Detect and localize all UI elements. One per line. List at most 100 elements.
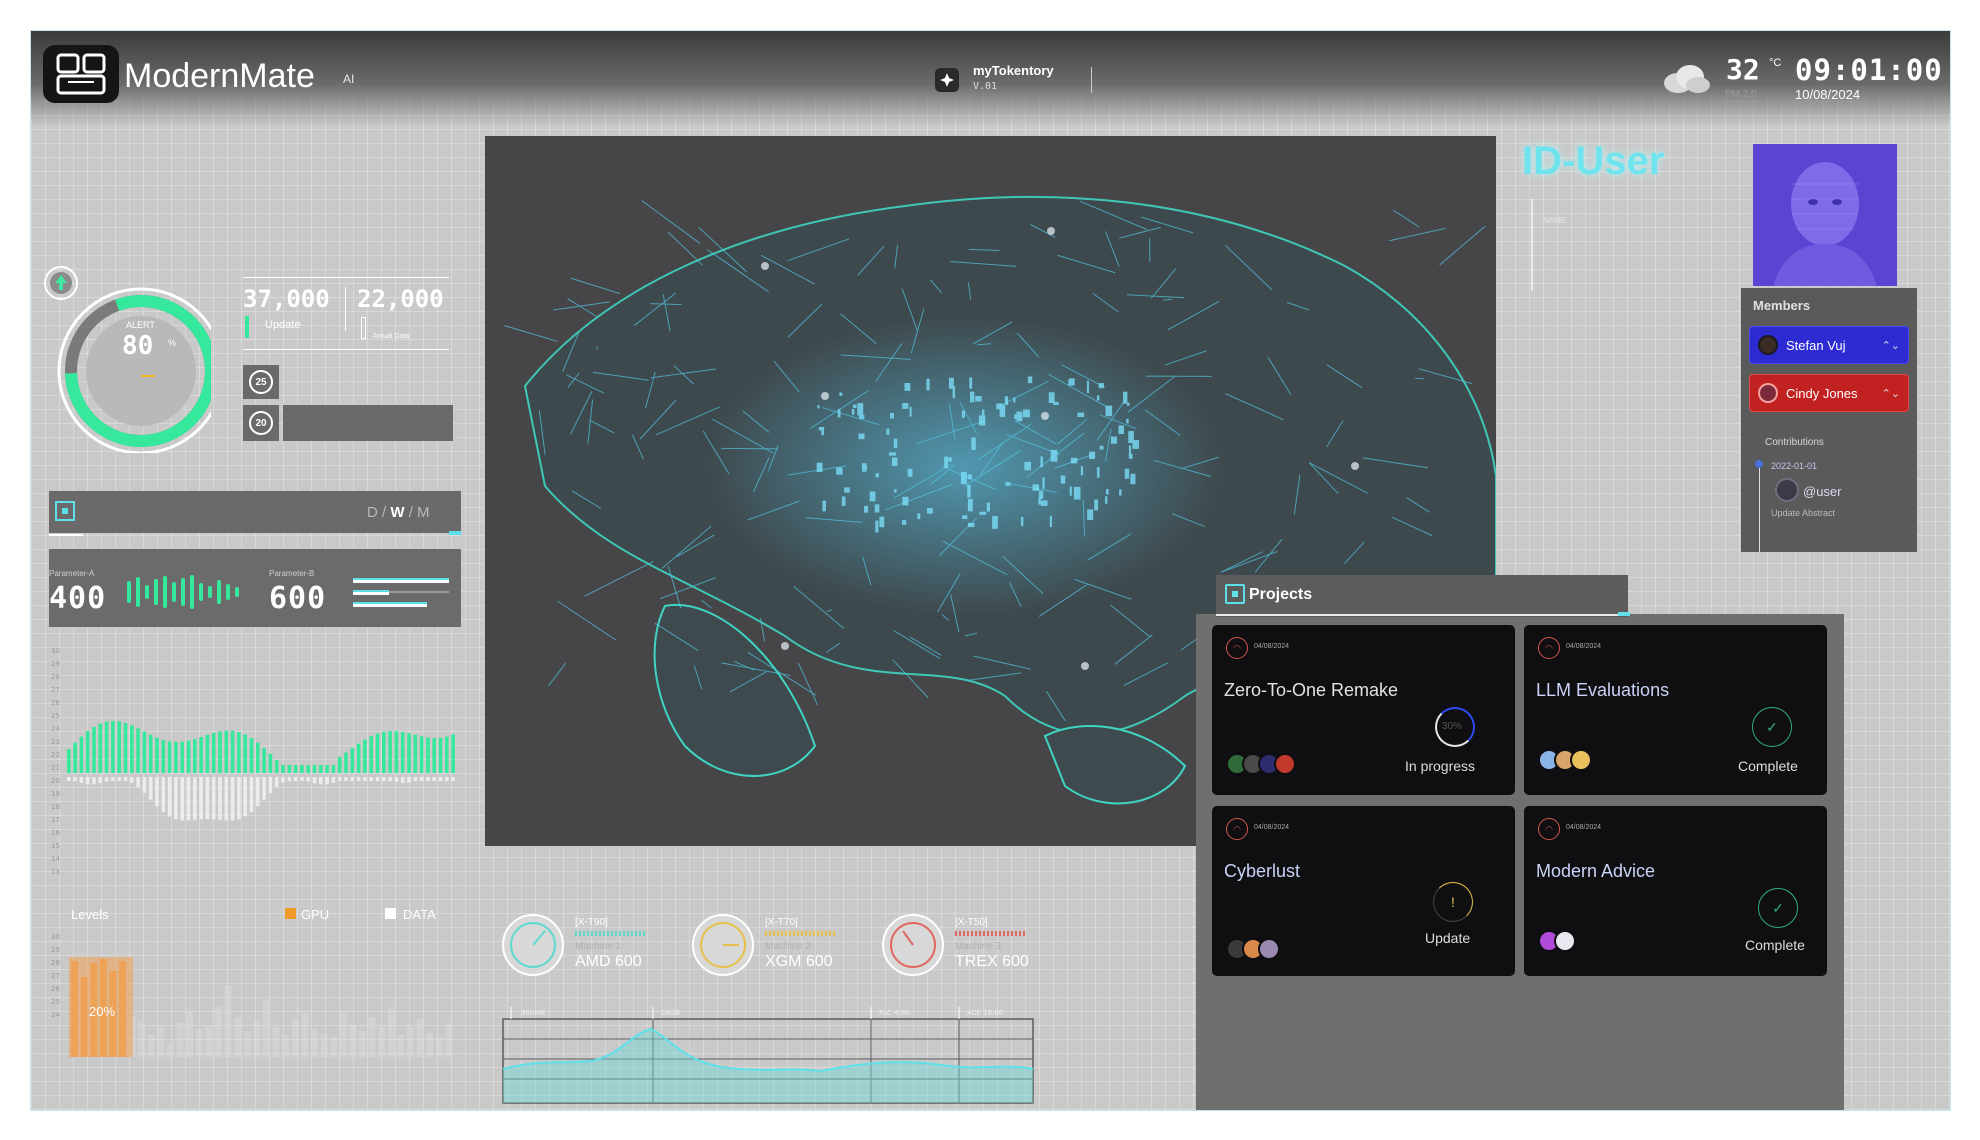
levels-bar <box>426 1033 434 1057</box>
wave-bar-down <box>256 777 260 807</box>
wave-bar-chart: 30 29 28 27 26 25 24 23 22 21 20 19 18 17 16 15 14 13 <box>49 643 461 887</box>
wave-bar-up <box>350 748 355 773</box>
contribution-user[interactable]: @user <box>1803 484 1842 499</box>
levels-bar <box>263 999 270 1057</box>
pm-value: PM 2.0 <box>1725 89 1757 100</box>
map-pin-icon <box>1047 227 1055 235</box>
chevron-updown-icon[interactable]: ⌃⌄ <box>1882 387 1900 400</box>
map-pin-icon <box>821 392 829 400</box>
temperature-value: 32 <box>1726 53 1760 86</box>
levels-bar <box>147 1035 155 1057</box>
param-a-value: 400 <box>49 581 107 616</box>
member-cindy-jones[interactable]: Cindy Jones ⌃⌄ <box>1749 374 1909 412</box>
wave-bar-down <box>369 777 373 781</box>
alert-value: 80 <box>122 331 154 361</box>
wave-bar-down <box>319 777 323 785</box>
levels-bar <box>272 1027 280 1057</box>
machine-2-gauge <box>691 913 755 982</box>
param-b-bars <box>353 576 453 617</box>
check-circle-icon: ✓ <box>1758 888 1798 928</box>
wave-bar-up <box>337 756 342 773</box>
axis-tick: 28 <box>51 673 60 681</box>
avatar-group <box>1538 749 1592 771</box>
wave-bar-up <box>419 736 424 773</box>
project-card-llm-evaluations[interactable]: ◠ 04/08/2024 LLM Evaluations ✓ Complete <box>1524 625 1827 795</box>
machine-sub: Machine 1 <box>575 941 622 952</box>
wave-bar-down <box>293 777 298 781</box>
member-stefan-vuj[interactable]: Stefan Vuj ⌃⌄ <box>1749 326 1909 364</box>
user-portrait-avatar <box>1753 144 1897 286</box>
param-bar <box>163 576 167 608</box>
project-card-modern-advice[interactable]: ◠ 04/08/2024 Modern Advice ✓ Complete <box>1524 806 1827 976</box>
levels-bar <box>224 985 232 1057</box>
levels-bar <box>243 1031 251 1057</box>
map-pin-icon <box>781 642 789 650</box>
divider <box>243 277 449 278</box>
badge-20[interactable]: 20 <box>243 405 279 441</box>
range-m[interactable]: M <box>417 504 430 521</box>
axis-tick: 29 <box>51 946 60 954</box>
diamond-star-icon[interactable] <box>935 68 959 92</box>
axis-tick: 27 <box>51 686 60 694</box>
wave-bar-down <box>438 777 443 781</box>
timeline-label: FLC 4.90 <box>879 1009 910 1017</box>
levels-bar <box>186 1011 194 1057</box>
wave-bar-down <box>167 777 172 817</box>
project-status: Complete <box>1745 937 1805 953</box>
wave-bar-down <box>312 777 317 784</box>
project-card-cyberlust[interactable]: ◠ 04/08/2024 Cyberlust ! Update <box>1212 806 1515 976</box>
chevron-updown-icon[interactable]: ⌃⌄ <box>1882 339 1900 352</box>
avatar-group <box>1226 938 1280 960</box>
wave-bar-down <box>413 777 418 782</box>
param-bar <box>154 579 158 605</box>
levels-chart: 30 29 28 27 26 25 24 <box>49 929 461 1059</box>
wave-bar-down <box>306 777 310 782</box>
badge-25[interactable]: 25 <box>243 365 279 399</box>
axis-tick: 20 <box>51 777 60 785</box>
wave-bar-up <box>388 731 392 773</box>
range-toggle[interactable]: D / W / M <box>367 504 430 521</box>
wave-bar-down <box>161 777 166 813</box>
levels-bar <box>349 1025 357 1057</box>
wave-bar-up <box>111 720 115 773</box>
param-bar <box>235 587 239 597</box>
wave-bar-down <box>300 777 304 781</box>
axis-tick: 19 <box>51 790 60 798</box>
range-d[interactable]: D <box>367 504 378 521</box>
project-date: 04/08/2024 <box>1254 824 1290 831</box>
levels-bar <box>138 1021 146 1057</box>
axis-tick: 15 <box>51 842 60 850</box>
wave-bar-down <box>205 777 210 820</box>
wave-bar-down <box>174 777 178 820</box>
wave-bar-down <box>274 777 279 788</box>
wave-bar-down <box>287 777 292 781</box>
wave-bar-up <box>180 741 184 773</box>
machine-3-gauge <box>881 913 945 982</box>
bracket-icon <box>55 501 75 521</box>
range-w[interactable]: W <box>390 504 404 521</box>
machine-name: TREX 600 <box>955 953 1029 970</box>
wave-bar-down <box>350 777 355 781</box>
wave-bar-down <box>230 777 235 821</box>
wave-bar-up <box>451 734 455 773</box>
progress-value: 30% <box>1442 721 1463 732</box>
machine-name: XGM 600 <box>765 953 833 970</box>
bracket-icon <box>1225 584 1245 604</box>
wave-bar-down <box>426 777 430 781</box>
levels-bar <box>195 1029 203 1057</box>
wave-bar-down <box>344 777 348 781</box>
wave-bar-up <box>79 736 84 773</box>
project-card-zero-to-one[interactable]: ◠ 04/08/2024 Zero-To-One Remake 30% In p… <box>1212 625 1515 795</box>
wave-bar-up <box>432 738 436 773</box>
axis-tick: 25 <box>51 712 60 720</box>
levels-bar <box>435 1037 443 1057</box>
wave-bar-down <box>375 777 380 781</box>
levels-bar <box>291 1019 299 1057</box>
axis-tick: 17 <box>51 816 60 824</box>
wave-bar-down <box>111 777 115 781</box>
map-pin-icon <box>1081 662 1089 670</box>
grid-logo-icon[interactable] <box>43 45 119 103</box>
legend-data: DATA <box>403 907 436 922</box>
wave-bar-down <box>451 777 455 781</box>
machine-name: AMD 600 <box>575 953 642 970</box>
